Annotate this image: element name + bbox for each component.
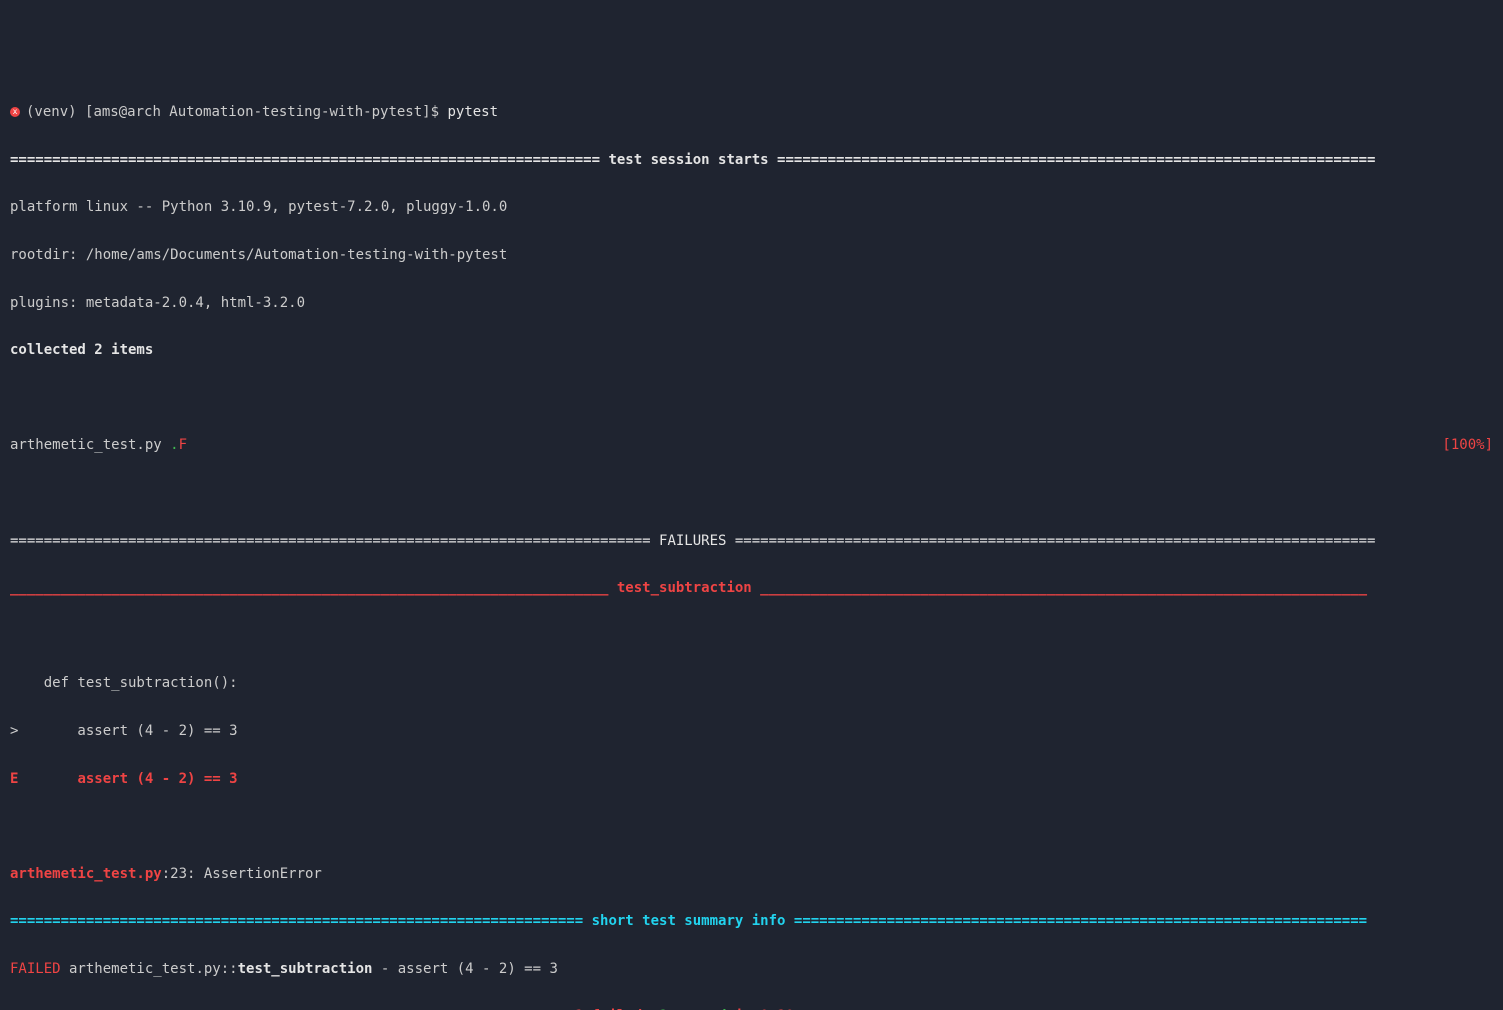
test-result-line: arthemetic_test.py .F [100%] (10, 434, 1493, 458)
us-left: ________________________________________… (10, 580, 617, 596)
eq-left: ========================================… (10, 152, 608, 168)
user-host-path: [ams@arch Automation-testing-with-pytest… (85, 104, 431, 120)
summary-header: ========================================… (10, 910, 1493, 934)
prompt-line: x (venv) [ams@arch Automation-testing-wit… (10, 101, 1493, 125)
footer-eq-left: ========================================… (10, 1008, 575, 1010)
error-location-line: arthemetic_test.py:23: AssertionError (10, 863, 1493, 887)
blank-line-4 (10, 815, 1493, 839)
footer-timing: in 0.10s (726, 1008, 802, 1010)
summary-title: short test summary info (592, 913, 786, 929)
platform-line: platform linux -- Python 3.10.9, pytest-… (10, 196, 1493, 220)
us-right: ________________________________________… (752, 580, 1367, 596)
eq-right: ========================================… (726, 533, 1375, 549)
pass-dot: . (170, 437, 178, 453)
assert-expr: assert (4 - 2) == 3 (77, 771, 237, 787)
plugins-line: plugins: metadata-2.0.4, html-3.2.0 (10, 292, 1493, 316)
eq-right: ========================================… (785, 913, 1367, 929)
dollar-sign: $ (431, 104, 439, 120)
summary-line: FAILED arthemetic_test.py::test_subtract… (10, 958, 1493, 982)
caret-line: > assert (4 - 2) == 3 (10, 720, 1493, 744)
progress-percent: [100%] (1442, 434, 1493, 458)
blank-line-1 (10, 387, 1493, 411)
eq-left: ========================================… (10, 913, 592, 929)
error-line-col: :23: AssertionError (162, 866, 322, 882)
summary-path: arthemetic_test.py:: (61, 961, 238, 977)
summary-reason: - assert (4 - 2) == 3 (372, 961, 557, 977)
summary-test-name: test_subtraction (238, 961, 373, 977)
blank-line-3 (10, 625, 1493, 649)
session-title: test session starts (608, 152, 768, 168)
footer-line: ========================================… (10, 1005, 1493, 1010)
fail-f: F (179, 437, 187, 453)
test-file: arthemetic_test.py (10, 437, 170, 453)
footer-passed: 1 passed (659, 1008, 726, 1010)
failures-title: FAILURES (659, 533, 726, 549)
eq-right: ========================================… (769, 152, 1376, 168)
blank-line-2 (10, 482, 1493, 506)
rootdir-line: rootdir: /home/ams/Documents/Automation-… (10, 244, 1493, 268)
def-line: def test_subtraction(): (10, 672, 1493, 696)
failure-test-name-line: ________________________________________… (10, 577, 1493, 601)
error-file: arthemetic_test.py (10, 866, 162, 882)
footer-failed: 1 failed (575, 1008, 642, 1010)
failed-label: FAILED (10, 961, 61, 977)
error-circle-icon: x (10, 107, 20, 117)
eq-left: ========================================… (10, 533, 659, 549)
session-header: ========================================… (10, 149, 1493, 173)
venv-indicator: (venv) (26, 104, 77, 120)
command-text[interactable]: pytest (447, 104, 498, 120)
failures-header: ========================================… (10, 530, 1493, 554)
footer-eq-right: ========================================… (802, 1008, 1367, 1010)
collected-line: collected 2 items (10, 339, 1493, 363)
e-prefix: E (10, 771, 77, 787)
failed-test-name: test_subtraction (617, 580, 752, 596)
assertion-error-line: E assert (4 - 2) == 3 (10, 768, 1493, 792)
footer-comma: , (642, 1008, 659, 1010)
